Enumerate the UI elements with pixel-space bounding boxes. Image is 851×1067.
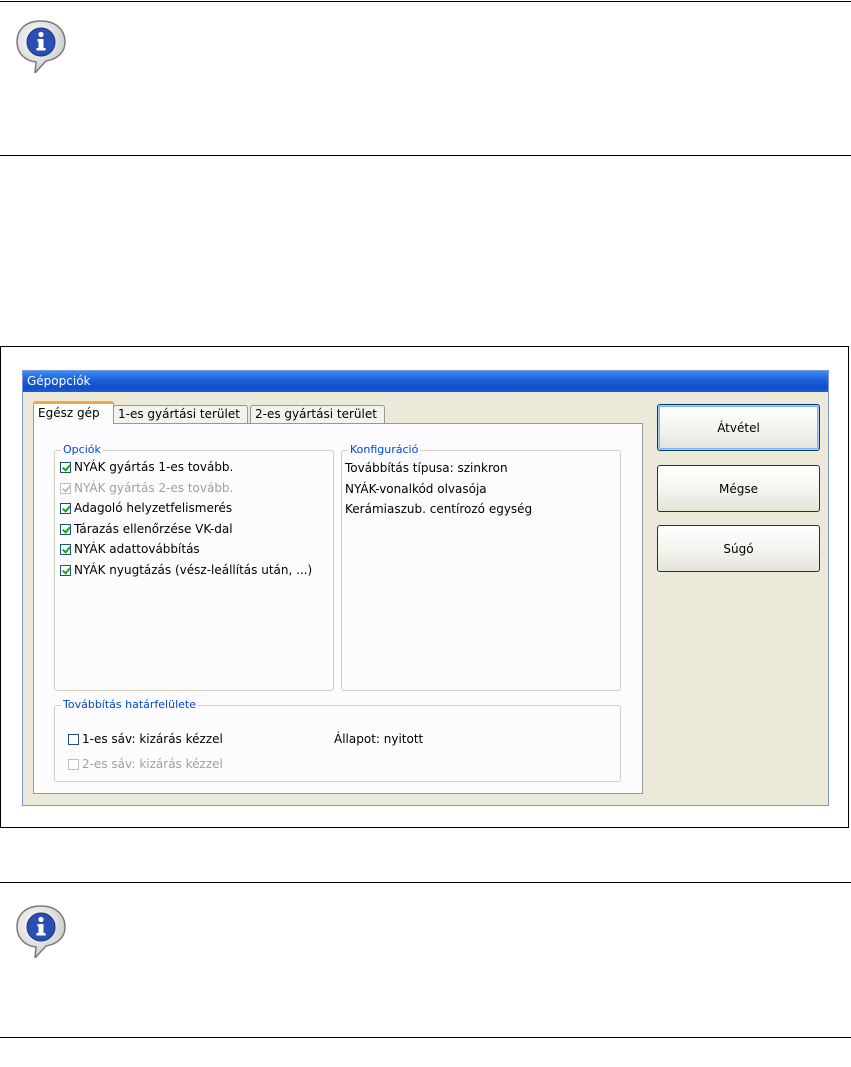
transfer-interface-group: Továbbítás határfelülete 1-es sáv: kizár… [54, 698, 621, 782]
options-legend: Opciók [61, 443, 103, 457]
option-pcb-production-2: NYÁK gyártás 2-es tovább. [60, 479, 233, 497]
option-label: 2-es sáv: kizárás kézzel [82, 757, 223, 771]
option-feeder-position-detection[interactable]: Adagoló helyzetfelismerés [60, 499, 232, 517]
checkbox-icon[interactable] [68, 733, 79, 745]
checkbox-icon [60, 482, 71, 494]
configuration-legend: Konfiguráció [348, 443, 421, 457]
config-transfer-type: Továbbítás típusa: szinkron [345, 461, 508, 475]
option-label: 1-es sáv: kizárás kézzel [82, 732, 223, 746]
info-icon [16, 905, 66, 958]
config-barcode-reader: NYÁK-vonalkód olvasója [345, 482, 487, 496]
tab-area-1[interactable]: 1-es gyártási terület [113, 405, 248, 423]
option-magazine-check[interactable]: Tárazás ellenőrzése VK-dal [60, 520, 233, 538]
machine-options-dialog: Gépopciók Egész gép 1-es gyártási terüle… [22, 370, 829, 806]
tab-whole-machine[interactable]: Egész gép [33, 401, 114, 424]
option-pcb-data-transfer[interactable]: NYÁK adattovábbítás [60, 540, 200, 558]
option-label: Tárazás ellenőrzése VK-dal [74, 522, 233, 536]
checkbox-icon [68, 758, 79, 770]
lane-1-manual-lock[interactable]: 1-es sáv: kizárás kézzel [68, 730, 223, 748]
transfer-interface-legend: Továbbítás határfelülete [61, 698, 198, 712]
checkbox-icon[interactable] [60, 502, 71, 514]
cancel-button[interactable]: Mégse [657, 465, 820, 512]
configuration-group: Konfiguráció Továbbítás típusa: szinkron… [341, 443, 621, 691]
note-bottom-rule [0, 1037, 851, 1038]
screenshot-frame: Gépopciók Egész gép 1-es gyártási terüle… [0, 346, 849, 828]
option-label: NYÁK gyártás 2-es tovább. [74, 481, 234, 495]
option-pcb-acknowledge[interactable]: NYÁK nyugtázás (vész-leállítás után, ...… [60, 561, 312, 579]
help-button[interactable]: Súgó [657, 525, 820, 572]
info-icon [16, 20, 66, 73]
option-label: Adagoló helyzetfelismerés [74, 501, 233, 515]
accept-button[interactable]: Átvétel [657, 404, 820, 451]
config-ceramic-centering: Kerámiaszub. centírozó egység [345, 502, 533, 516]
checkbox-icon[interactable] [60, 543, 71, 555]
checkbox-icon[interactable] [60, 564, 71, 576]
option-label: NYÁK gyártás 1-es tovább. [74, 460, 234, 474]
tab-panel-whole-machine: Opciók NYÁK gyártás 1-es tovább. NYÁK gy… [33, 423, 643, 794]
checkbox-icon[interactable] [60, 461, 71, 473]
options-group: Opciók NYÁK gyártás 1-es tovább. NYÁK gy… [54, 443, 334, 691]
option-label: NYÁK nyugtázás (vész-leállítás után, ...… [74, 563, 313, 577]
note-top-rule [0, 1, 851, 2]
tab-area-2[interactable]: 2-es gyártási terület [250, 405, 385, 423]
option-label: NYÁK adattovábbítás [74, 542, 200, 556]
lane-2-manual-lock: 2-es sáv: kizárás kézzel [68, 755, 223, 773]
note-bottom-rule [0, 155, 851, 156]
option-pcb-production-1[interactable]: NYÁK gyártás 1-es tovább. [60, 458, 233, 476]
note-top-rule [0, 882, 851, 883]
checkbox-icon[interactable] [60, 523, 71, 535]
dialog-titlebar[interactable]: Gépopciók [23, 371, 828, 392]
interface-status: Állapot: nyitott [334, 732, 424, 746]
